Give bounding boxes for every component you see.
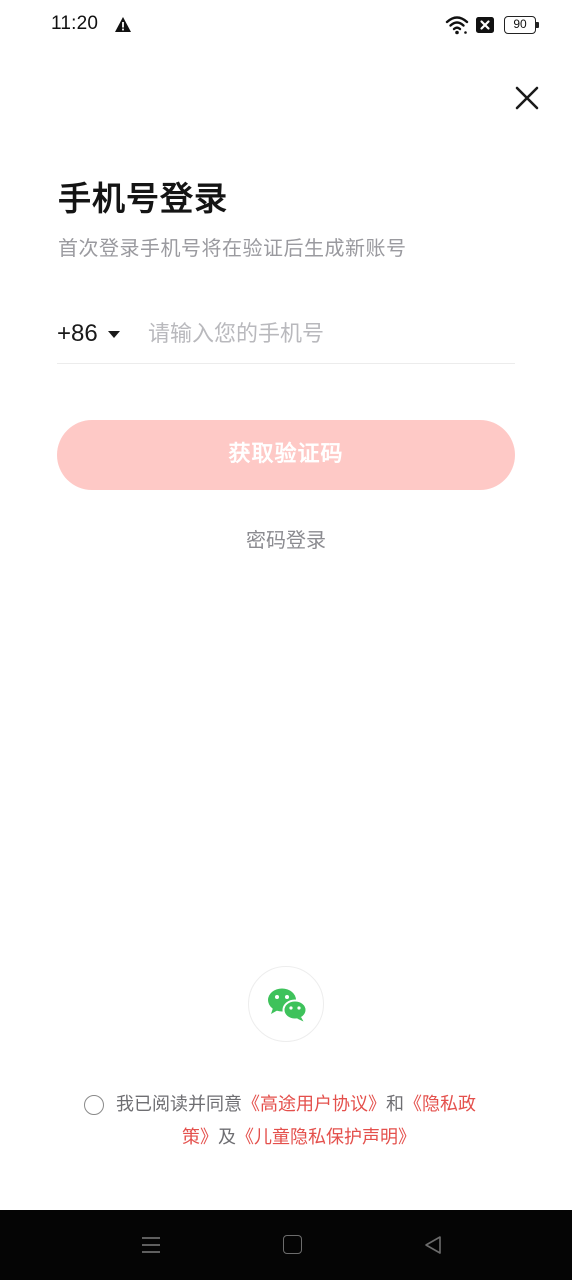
phone-number-input[interactable]: [148, 316, 508, 352]
password-login-link[interactable]: 密码登录: [0, 524, 572, 553]
back-icon[interactable]: [423, 1235, 443, 1255]
page-title: 手机号登录: [58, 179, 228, 218]
menu-icon[interactable]: [141, 1236, 161, 1254]
battery-level: 90: [504, 16, 536, 34]
no-sim-icon: [476, 17, 494, 33]
status-time: 11:20: [51, 13, 99, 34]
privacy-policy-link[interactable]: 《隐私政: [404, 1094, 476, 1115]
agreement-prefix: 我已阅读并同意: [116, 1094, 242, 1115]
page-subtitle: 首次登录手机号将在验证后生成新账号: [58, 236, 407, 260]
navigation-bar: [0, 1210, 572, 1280]
status-bar: 11:20 90: [0, 0, 572, 52]
get-verification-code-button[interactable]: 获取验证码: [57, 420, 515, 490]
wifi-icon: [445, 16, 469, 35]
phone-input-row: +86: [57, 304, 515, 364]
agreement-line-2: 策》及《儿童隐私保护声明》: [182, 1125, 416, 1151]
wechat-login-button[interactable]: [248, 966, 324, 1042]
privacy-policy-link-cont[interactable]: 策》: [182, 1127, 218, 1148]
agreement-and-2: 及: [218, 1127, 236, 1148]
child-privacy-link[interactable]: 《儿童隐私保护声明》: [236, 1127, 416, 1148]
user-agreement-link[interactable]: 《高途用户协议》: [242, 1094, 386, 1115]
battery-icon: 90: [504, 16, 539, 34]
country-code-label: +86: [57, 320, 98, 347]
warning-icon: [115, 17, 131, 32]
close-icon[interactable]: [511, 82, 543, 114]
caret-down-icon: [107, 330, 120, 338]
agreement-and: 和: [386, 1094, 404, 1115]
country-code-selector[interactable]: +86: [57, 318, 120, 350]
home-icon[interactable]: [283, 1235, 302, 1254]
agree-checkbox[interactable]: [84, 1095, 104, 1115]
wechat-icon: [268, 988, 308, 1022]
agreement-line-1: 我已阅读并同意《高途用户协议》和《隐私政: [116, 1092, 476, 1118]
